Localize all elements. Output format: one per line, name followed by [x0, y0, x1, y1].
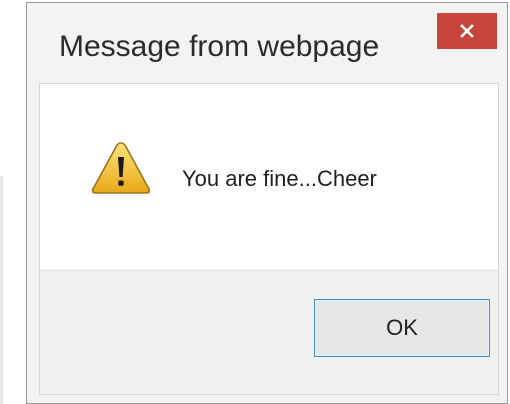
background-window-edge — [0, 176, 3, 404]
dialog-content: You are fine...Cheer OK — [39, 83, 499, 395]
close-icon — [460, 24, 474, 38]
message-area: You are fine...Cheer — [40, 84, 498, 270]
dialog-titlebar[interactable]: Message from webpage — [27, 3, 507, 81]
warning-icon — [91, 142, 151, 194]
dialog-footer: OK — [40, 270, 498, 394]
dialog-title: Message from webpage — [59, 30, 380, 63]
alert-dialog: Message from webpage You are fine...Chee… — [26, 2, 508, 404]
ok-button[interactable]: OK — [314, 299, 490, 357]
alert-message: You are fine...Cheer — [182, 166, 377, 191]
close-button[interactable] — [437, 13, 497, 49]
